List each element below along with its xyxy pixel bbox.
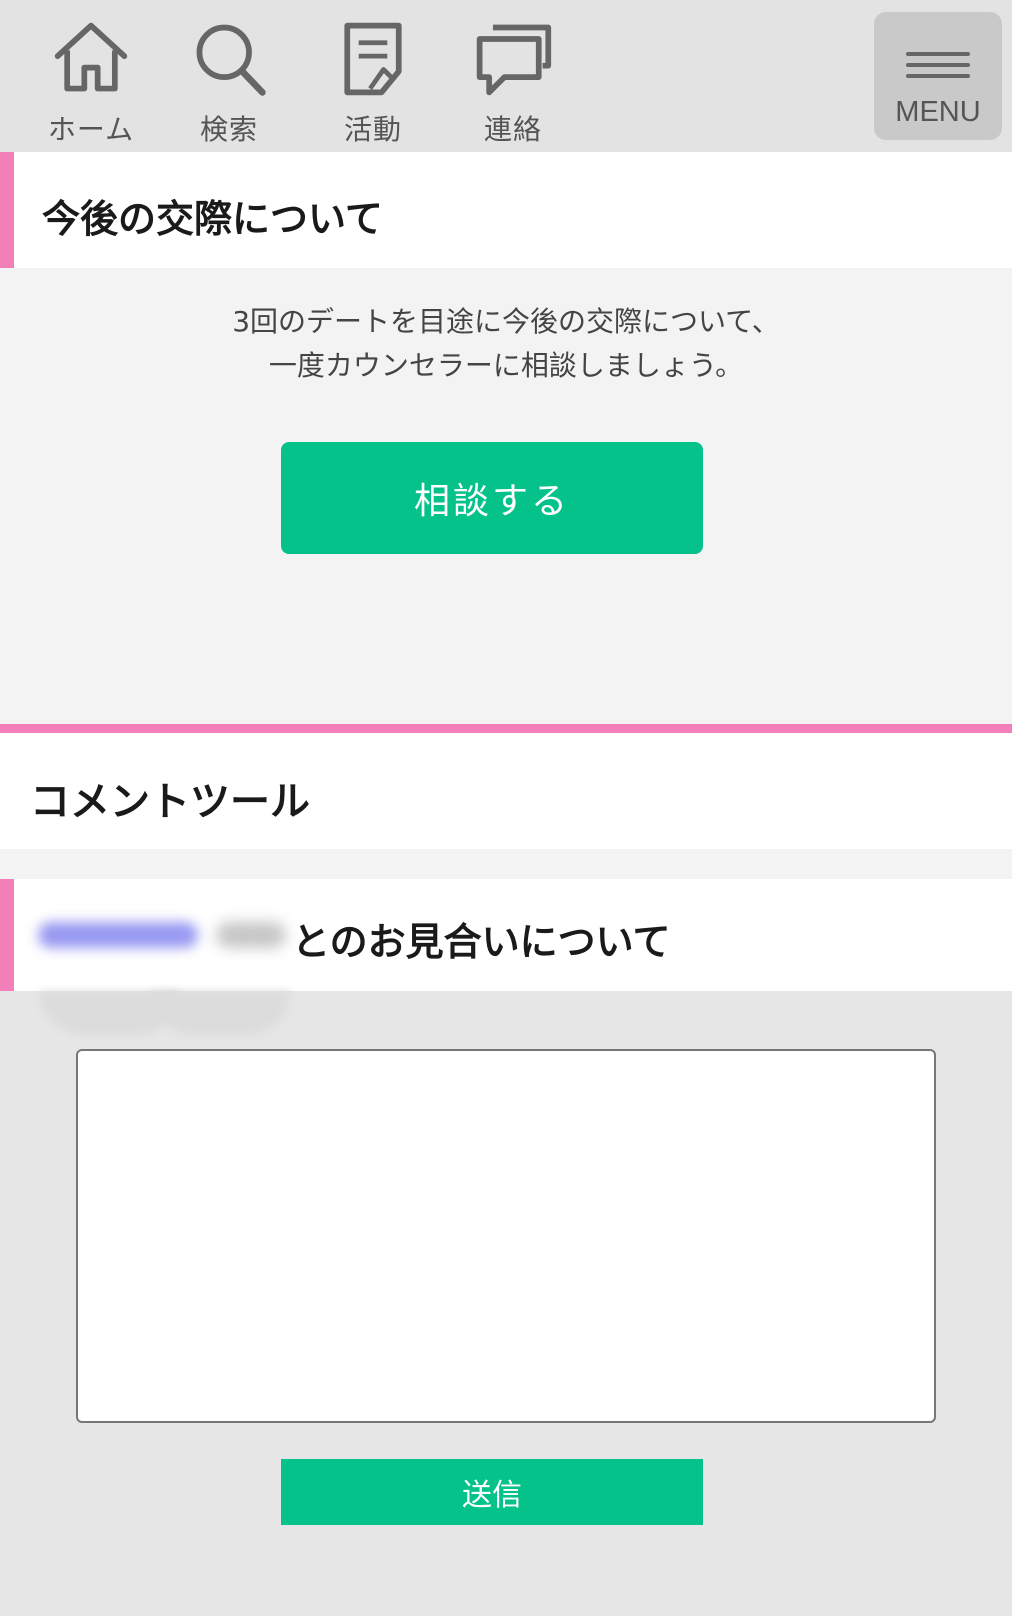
spacer	[0, 849, 1012, 879]
nav-home[interactable]: ホーム	[36, 18, 146, 148]
consult-message: 3回のデートを目途に今後の交際について、 一度カウンセラーに相談しましょう。	[0, 300, 1012, 388]
nav-activity-label: 活動	[343, 113, 402, 146]
nav-contact-label: 連絡	[483, 113, 542, 146]
future-section-header: 今後の交際について	[0, 152, 1012, 268]
consult-message-line-1: 3回のデートを目途に今後の交際について、	[232, 305, 780, 338]
nav-contact[interactable]: 連絡	[458, 18, 568, 148]
search-icon	[196, 24, 266, 96]
home-icon	[54, 22, 128, 92]
consult-button[interactable]: 相談する	[281, 442, 703, 554]
omiai-section-header: とのお見合いについて	[0, 879, 1012, 991]
document-icon	[344, 22, 402, 96]
nav-search-label: 検索	[199, 113, 258, 146]
top-navigation: ホーム 検索 活動 連絡 MENU	[0, 0, 1012, 152]
blurred-partner-name	[38, 905, 294, 965]
omiai-section-title: とのお見合いについて	[292, 920, 671, 964]
nav-home-label: ホーム	[47, 113, 135, 146]
comment-tool-header: コメントツール	[0, 733, 1012, 849]
section-divider	[0, 724, 1012, 733]
nav-activity[interactable]: 活動	[318, 18, 428, 148]
accent-bar	[0, 879, 14, 991]
comment-textarea[interactable]	[76, 1049, 936, 1423]
consult-message-line-2: 一度カウンセラーに相談しましょう。	[268, 349, 744, 382]
accent-bar	[0, 152, 14, 268]
chat-icon	[476, 24, 552, 96]
send-button[interactable]: 送信	[281, 1459, 703, 1525]
comment-form: 送信	[0, 991, 1012, 1616]
nav-search[interactable]: 検索	[174, 18, 284, 148]
future-section-title: 今後の交際について	[42, 197, 383, 241]
blurred-avatar-shadow	[150, 991, 290, 1035]
menu-label: MENU	[895, 96, 981, 128]
comment-tool-title: コメントツール	[30, 779, 310, 825]
menu-button[interactable]: MENU	[874, 12, 1002, 140]
hamburger-icon	[906, 52, 970, 78]
consult-panel: 3回のデートを目途に今後の交際について、 一度カウンセラーに相談しましょう。 相…	[0, 268, 1012, 724]
